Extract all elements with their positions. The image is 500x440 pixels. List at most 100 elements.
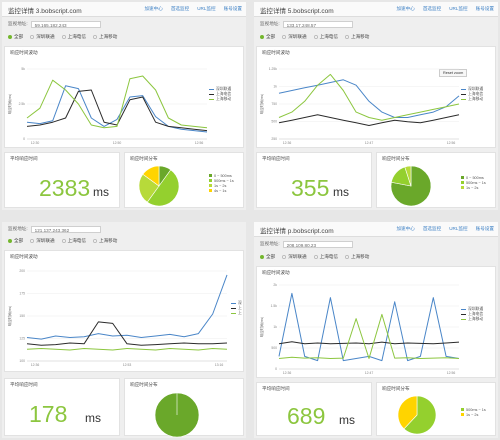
filter-label: 上海电信 — [319, 34, 338, 39]
filter-all[interactable]: 全部 — [260, 34, 275, 40]
avg-unit: ms — [333, 185, 349, 199]
nav-accelerate[interactable]: 加速中心 — [396, 226, 414, 232]
legend-item[interactable]: 1s ~ 2s — [461, 412, 486, 417]
response-time-chart: 2k 1.5k 1k 500 0 响应时间(ms) 12:36 12:47 12:56 — [259, 283, 460, 375]
radio-icon — [30, 35, 35, 39]
x-tick-label: 12:36 — [283, 371, 292, 375]
legend-label: 上海移动 — [468, 317, 484, 321]
distribution-card: 响应时间分布 0 ~ 500ms 500ms ~ 1s 1s ~ 2s 4s ~ 1s — [124, 152, 244, 208]
distribution-card: 响应时间分布 500ms ~ 1s 1s ~ 2s — [376, 382, 496, 436]
radio-icon — [282, 255, 287, 259]
y-tick-label: 2.5k — [19, 102, 26, 106]
address-ip-field[interactable]: 208.109.80.23 — [282, 240, 353, 248]
address-ip-field[interactable]: 59.165.182.243 — [30, 20, 101, 28]
avg-unit: ms — [85, 411, 101, 425]
y-tick-label: 175 — [19, 292, 25, 296]
filter-shenzhen-unicom[interactable]: 深圳联通 — [30, 34, 55, 40]
filter-shenzhen-unicom[interactable]: 深圳联通 — [30, 238, 55, 244]
legend-label: 4s ~ 1s — [214, 188, 227, 193]
filter-shanghai-telecom[interactable]: 上海电信 — [313, 254, 338, 260]
region-filters: 全部 深圳联通 上海电信 上海移动 — [8, 238, 117, 244]
legend-swatch — [461, 314, 466, 315]
legend-label: 0 ~ 500ms — [466, 175, 484, 180]
nav-url-monitor[interactable]: URL监控 — [449, 6, 467, 12]
legend-item[interactable]: 上 — [231, 311, 242, 316]
address-row: 监视地址: 133.17.248.57 — [260, 19, 353, 29]
response-time-chart: 200 175 150 125 100 响应时间(ms) 12:36 12:53 13:16 — [7, 269, 228, 367]
legend-item[interactable]: 4s ~ 1s — [209, 188, 234, 193]
region-filters: 全部 深圳联通 上海电信 上海移动 — [260, 254, 369, 260]
nav-account-settings[interactable]: 账号设置 — [224, 6, 242, 12]
legend-item[interactable]: 上海移动 — [461, 97, 483, 102]
filter-shanghai-mobile[interactable]: 上海移动 — [92, 238, 117, 244]
filter-shanghai-telecom[interactable]: 上海电信 — [61, 34, 86, 40]
filter-label: 全部 — [266, 254, 276, 259]
filter-all[interactable]: 全部 — [8, 34, 23, 40]
legend-label: 上海移动 — [216, 97, 232, 101]
page-title: 监控详情 3.bobscript.com — [8, 8, 82, 15]
y-axis-label: 响应时间(ms) — [259, 317, 264, 337]
distribution-card: 响应时间分布 — [124, 378, 244, 437]
nav-accelerate[interactable]: 加速中心 — [396, 6, 414, 12]
filter-label: 深圳联通 — [36, 238, 55, 243]
filter-shanghai-telecom[interactable]: 上海电信 — [313, 34, 338, 40]
radio-icon — [61, 239, 66, 243]
filter-shanghai-telecom[interactable]: 上海电信 — [61, 238, 86, 244]
distribution-pie — [154, 392, 200, 437]
filter-shanghai-mobile[interactable]: 上海移动 — [344, 254, 369, 260]
nav-url-monitor[interactable]: URL监控 — [449, 226, 467, 232]
legend-item[interactable]: 上海移动 — [209, 97, 231, 102]
nav-preferred-monitor[interactable]: 首选监控 — [423, 226, 441, 232]
filter-shanghai-mobile[interactable]: 上海移动 — [92, 34, 118, 40]
avg-title: 平均响应时间 — [262, 156, 290, 161]
address-row: 监视地址: 208.109.80.23 — [260, 239, 353, 249]
radio-icon — [344, 35, 349, 39]
y-tick-label: 125 — [19, 337, 25, 341]
nav-accelerate[interactable]: 加速中心 — [144, 6, 162, 12]
filter-all[interactable]: 全部 — [260, 254, 275, 260]
nav-account-settings[interactable]: 账号设置 — [476, 6, 494, 12]
x-tick-label: 12:56 — [447, 371, 456, 375]
legend-swatch — [461, 176, 464, 179]
filter-shenzhen-unicom[interactable]: 深圳联通 — [282, 254, 307, 260]
trend-card: 响应时间波动 5k 2.5k 0 响应时间(ms) 12:30 12:50 12:56 深圳… — [4, 46, 244, 148]
y-tick-label: 0 — [23, 137, 25, 141]
address-label: 监视地址: — [260, 21, 280, 26]
avg-card: 平均响应时间 178 ms — [4, 378, 120, 436]
panel-header: 监控详情 p.bobscript.com 加速中心 首选监控 URL监控 账号设… — [254, 222, 498, 237]
region-filters: 全部 深圳联通 上海电信 上海移动 — [8, 34, 117, 40]
y-tick-label: 250 — [271, 137, 277, 141]
avg-title: 平均响应时间 — [262, 386, 290, 391]
filter-label: 上海电信 — [319, 254, 338, 259]
series-line — [278, 114, 460, 126]
pie-legend: 0 ~ 500ms 500ms ~ 1s 1s ~ 2s — [461, 175, 486, 190]
avg-unit: ms — [339, 413, 355, 427]
address-ip-field[interactable]: 121.137.243.362 — [30, 225, 101, 233]
legend-label: 1s ~ 2s — [466, 412, 479, 417]
address-ip-field[interactable]: 133.17.248.57 — [282, 20, 353, 28]
address-row: 监视地址: 121.137.243.362 — [8, 224, 101, 234]
nav-account-settings[interactable]: 账号设置 — [476, 226, 494, 232]
y-tick-label: 500 — [271, 346, 277, 350]
legend-item[interactable]: 1s ~ 2s — [461, 185, 486, 190]
avg-card: 平均响应时间 689 ms — [256, 382, 372, 436]
nav-preferred-monitor[interactable]: 首选监控 — [423, 6, 441, 12]
avg-title: 平均响应时间 — [10, 156, 38, 161]
avg-title: 平均响应时间 — [10, 382, 38, 387]
x-tick-label: 12:50 — [113, 141, 122, 145]
region-filters: 全部 深圳联通 上海电信 上海移动 — [260, 34, 369, 40]
nav-preferred-monitor[interactable]: 首选监控 — [171, 6, 189, 12]
legend-swatch — [231, 313, 236, 314]
monitor-panel: 监控详情 p.bobscript.com 加速中心 首选监控 URL监控 账号设… — [254, 222, 498, 438]
legend-item[interactable]: 上海移动 — [461, 317, 483, 322]
nav-url-monitor[interactable]: URL监控 — [197, 6, 215, 12]
trend-card: 响应时间波动 2k 1.5k 1k 500 0 响应时间(ms) 12:36 12:47 12:… — [256, 266, 496, 378]
series-line — [278, 341, 460, 345]
filter-all[interactable]: 全部 — [8, 238, 23, 244]
filter-label: 上海移动 — [98, 34, 118, 39]
pie-legend: 500ms ~ 1s 1s ~ 2s — [461, 407, 486, 417]
y-tick-label: 1k — [273, 325, 277, 329]
legend-label: 500ms ~ 1s — [466, 180, 486, 185]
filter-shanghai-mobile[interactable]: 上海移动 — [344, 34, 369, 40]
filter-shenzhen-unicom[interactable]: 深圳联通 — [282, 34, 307, 40]
